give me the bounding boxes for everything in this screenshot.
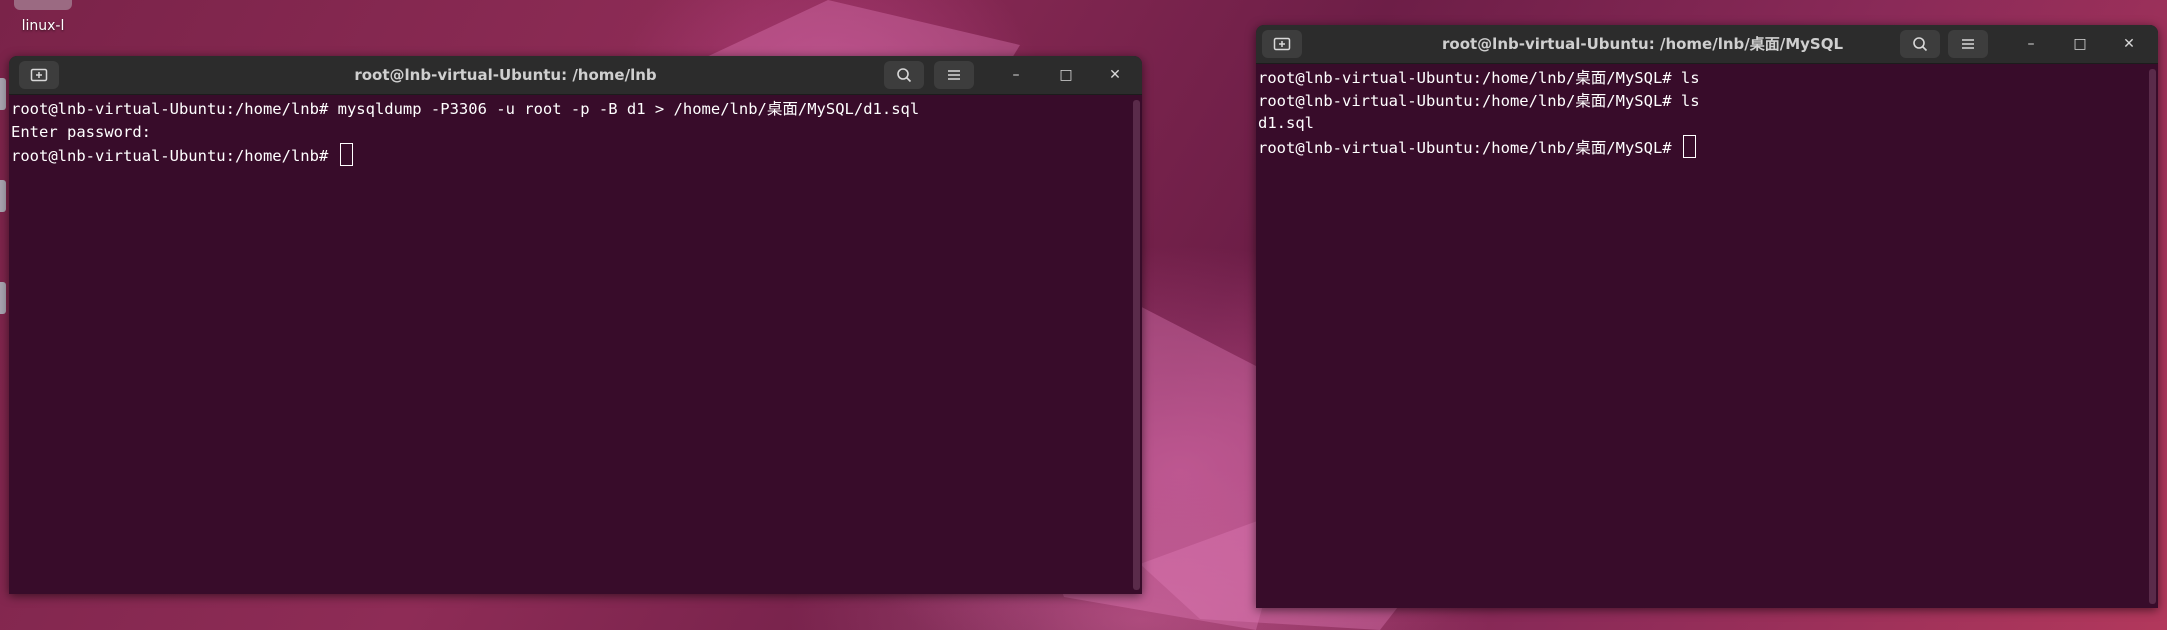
terminal-prompt-line: root@lnb-virtual-Ubuntu:/home/lnb# [11,143,1142,168]
desktop-icon-partial [0,180,6,212]
text-cursor [1682,134,1696,158]
maximize-button[interactable]: □ [1056,65,1076,85]
titlebar[interactable]: root@lnb-virtual-Ubuntu: /home/lnb/桌面/My… [1256,25,2158,64]
terminal-window-right[interactable]: root@lnb-virtual-Ubuntu: /home/lnb/桌面/My… [1256,25,2158,608]
search-button[interactable] [884,61,924,89]
close-icon: ✕ [2123,36,2135,52]
new-tab-icon [1273,37,1291,51]
minimize-button[interactable]: – [1006,65,1026,85]
terminal-prompt: root@lnb-virtual-Ubuntu:/home/lnb# [11,147,338,166]
close-button[interactable]: ✕ [2119,34,2139,54]
terminal-line: root@lnb-virtual-Ubuntu:/home/lnb/桌面/MyS… [1258,91,1700,110]
minimize-icon: – [1012,67,1020,83]
desktop-icon-partial [0,78,6,110]
terminal-output[interactable]: root@lnb-virtual-Ubuntu:/home/lnb# mysql… [9,95,1142,594]
search-button[interactable] [1900,30,1940,58]
hamburger-menu-icon [948,70,960,80]
close-icon: ✕ [1109,67,1121,83]
menu-button[interactable] [934,61,974,89]
menu-button[interactable] [1948,30,1988,58]
new-tab-button[interactable] [1262,30,1302,58]
window-title: root@lnb-virtual-Ubuntu: /home/lnb/桌面/My… [1442,35,1844,53]
desktop-icon-label: linux-l [21,18,65,34]
maximize-button[interactable]: □ [2070,34,2090,54]
hamburger-menu-icon [1962,39,1974,49]
titlebar[interactable]: root@lnb-virtual-Ubuntu: /home/lnb – □ ✕ [9,56,1142,95]
maximize-icon: □ [2073,36,2087,52]
terminal-line: root@lnb-virtual-Ubuntu:/home/lnb# mysql… [11,100,920,118]
folder-icon [14,0,72,10]
terminal-line: d1.sql [1258,114,1314,133]
search-icon [897,68,912,83]
scrollbar[interactable] [1133,100,1140,590]
text-cursor [339,143,353,167]
scrollbar[interactable] [2149,69,2156,604]
terminal-line: root@lnb-virtual-Ubuntu:/home/lnb/桌面/MyS… [1258,69,1700,87]
terminal-prompt-line: root@lnb-virtual-Ubuntu:/home/lnb/桌面/MyS… [1258,134,2158,160]
search-icon [1913,37,1928,52]
maximize-icon: □ [1059,67,1073,83]
terminal-window-left[interactable]: root@lnb-virtual-Ubuntu: /home/lnb – □ ✕… [9,56,1142,594]
close-button[interactable]: ✕ [1105,65,1125,85]
desktop-icon-partial [0,282,6,314]
terminal-prompt: root@lnb-virtual-Ubuntu:/home/lnb/桌面/MyS… [1258,138,1681,157]
desktop-icon-linux[interactable]: linux-l [8,0,78,34]
terminal-line: Enter password: [11,122,151,141]
minimize-icon: – [2027,36,2035,52]
terminal-output[interactable]: root@lnb-virtual-Ubuntu:/home/lnb/桌面/MyS… [1256,64,2158,608]
minimize-button[interactable]: – [2021,34,2041,54]
